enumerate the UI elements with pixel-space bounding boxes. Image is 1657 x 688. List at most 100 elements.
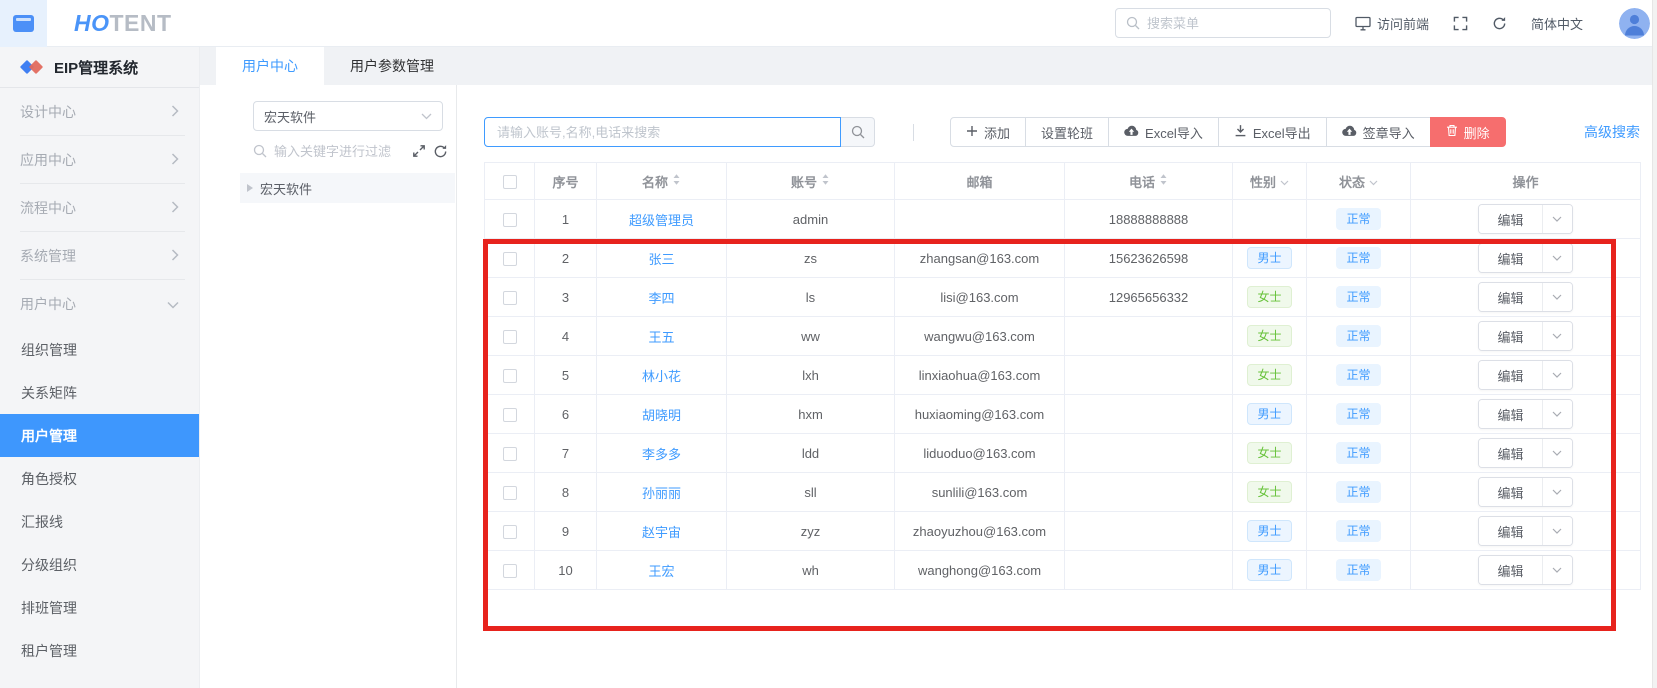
edit-dropdown-button[interactable] (1542, 244, 1572, 272)
sidebar-item-4[interactable]: 用户中心 (0, 280, 199, 328)
user-name-link[interactable]: 孙丽丽 (642, 486, 681, 501)
edit-dropdown-button[interactable] (1542, 439, 1572, 467)
sidebar-sub-item-5[interactable]: 分级组织 (0, 543, 199, 586)
edit-button[interactable]: 编辑 (1479, 400, 1541, 428)
tab-1[interactable]: 用户参数管理 (324, 47, 460, 85)
sort-icon[interactable] (821, 173, 830, 189)
row-checkbox[interactable] (503, 252, 517, 266)
tab-0[interactable]: 用户中心 (216, 47, 324, 85)
advanced-search-link[interactable]: 高级搜索 (1584, 122, 1640, 142)
sidebar-collapse-button[interactable] (0, 0, 47, 47)
edit-button[interactable]: 编辑 (1479, 361, 1541, 389)
row-checkbox[interactable] (503, 525, 517, 539)
sort-icon[interactable] (1159, 173, 1168, 189)
user-name-link[interactable]: 王五 (648, 330, 674, 345)
sort-icon[interactable] (672, 173, 681, 189)
filter-chevron-icon[interactable] (1369, 174, 1378, 189)
row-checkbox[interactable] (503, 369, 517, 383)
sidebar-sub-item-3[interactable]: 角色授权 (0, 457, 199, 500)
edit-button[interactable]: 编辑 (1479, 244, 1541, 272)
tree-refresh-icon[interactable] (433, 144, 448, 159)
tree-node-org[interactable]: 宏天软件 (240, 173, 455, 203)
tree-filter-input[interactable] (274, 144, 405, 159)
sidebar-sub-item-2[interactable]: 用户管理 (0, 414, 199, 457)
edit-button[interactable]: 编辑 (1479, 205, 1541, 233)
column-header-7[interactable]: 状态 (1307, 163, 1411, 200)
edit-button[interactable]: 编辑 (1479, 283, 1541, 311)
sidebar-item-1[interactable]: 应用中心 (0, 136, 199, 184)
row-checkbox[interactable] (503, 486, 517, 500)
toolbar-button-5[interactable]: 删除 (1430, 117, 1506, 147)
edit-dropdown-button[interactable] (1542, 283, 1572, 311)
edit-dropdown-button[interactable] (1542, 400, 1572, 428)
row-checkbox[interactable] (503, 330, 517, 344)
row-checkbox[interactable] (503, 564, 517, 578)
toolbar-button-2[interactable]: Excel导入 (1108, 117, 1219, 147)
edit-dropdown-button[interactable] (1542, 361, 1572, 389)
row-checkbox[interactable] (503, 447, 517, 461)
window-scrollbar[interactable] (1652, 0, 1657, 688)
expand-all-icon[interactable] (412, 144, 426, 158)
user-search-button[interactable] (841, 117, 875, 147)
toolbar-button-3[interactable]: Excel导出 (1218, 117, 1327, 147)
edit-button[interactable]: 编辑 (1479, 322, 1541, 350)
column-header-5[interactable]: 电话 (1065, 163, 1233, 200)
user-name-link[interactable]: 李多多 (642, 447, 681, 462)
row-checkbox[interactable] (503, 408, 517, 422)
sidebar-item-2[interactable]: 流程中心 (0, 184, 199, 232)
user-name-link[interactable]: 李四 (648, 291, 674, 306)
sidebar-item-0[interactable]: 设计中心 (0, 88, 199, 136)
row-name-cell: 赵宇宙 (597, 512, 727, 551)
row-gender-cell: 男士 (1233, 512, 1307, 551)
column-header-6[interactable]: 性别 (1233, 163, 1307, 200)
menu-search-box[interactable] (1115, 8, 1331, 38)
column-header-2[interactable]: 名称 (597, 163, 727, 200)
sidebar-sub-item-4[interactable]: 汇报线 (0, 500, 199, 543)
sidebar-sub-item-1[interactable]: 关系矩阵 (0, 371, 199, 414)
select-all-checkbox[interactable] (503, 175, 517, 189)
user-name-link[interactable]: 超级管理员 (629, 213, 694, 228)
edit-button[interactable]: 编辑 (1479, 478, 1541, 506)
edit-dropdown-button[interactable] (1542, 322, 1572, 350)
table-row: 4王五wwwangwu@163.com女士正常编辑 (485, 317, 1641, 356)
toolbar: 添加设置轮班Excel导入Excel导出签章导入删除 高级搜索 (484, 117, 1640, 147)
row-checkbox[interactable] (503, 213, 517, 227)
column-header-3[interactable]: 账号 (727, 163, 895, 200)
row-checkbox[interactable] (503, 291, 517, 305)
edit-button[interactable]: 编辑 (1479, 439, 1541, 467)
edit-dropdown-button[interactable] (1542, 556, 1572, 584)
refresh-button[interactable] (1492, 16, 1507, 31)
menu-search-input[interactable] (1147, 16, 1297, 31)
edit-dropdown-button[interactable] (1542, 517, 1572, 545)
edit-button[interactable]: 编辑 (1479, 556, 1541, 584)
edit-button[interactable]: 编辑 (1479, 517, 1541, 545)
user-name-link[interactable]: 胡晓明 (642, 408, 681, 423)
filter-chevron-icon[interactable] (1280, 174, 1289, 189)
language-switcher[interactable]: 简体中文 (1531, 14, 1583, 33)
avatar-person-icon (1619, 8, 1650, 39)
toolbar-button-1[interactable]: 设置轮班 (1025, 117, 1109, 147)
row-actions-cell: 编辑 (1411, 317, 1641, 356)
fullscreen-button[interactable] (1453, 16, 1468, 31)
toolbar-button-4[interactable]: 签章导入 (1326, 117, 1431, 147)
org-select[interactable]: 宏天软件 (253, 101, 443, 131)
user-name-link[interactable]: 张三 (648, 252, 674, 267)
user-search-input[interactable] (484, 117, 841, 147)
sidebar-item-3[interactable]: 系统管理 (0, 232, 199, 280)
row-checkbox-cell (485, 551, 535, 590)
toolbar-button-0[interactable]: 添加 (950, 117, 1026, 147)
visit-frontend-button[interactable]: 访问前端 (1355, 14, 1429, 33)
row-index-cell: 5 (535, 356, 597, 395)
header-right: 访问前端 简体中文 (1115, 8, 1657, 39)
user-name-link[interactable]: 林小花 (642, 369, 681, 384)
toolbar-button-label: 添加 (984, 123, 1010, 142)
status-badge: 正常 (1336, 559, 1380, 581)
edit-dropdown-button[interactable] (1542, 478, 1572, 506)
user-avatar[interactable] (1619, 8, 1650, 39)
sidebar-sub-item-6[interactable]: 排班管理 (0, 586, 199, 629)
edit-dropdown-button[interactable] (1542, 205, 1572, 233)
user-name-link[interactable]: 赵宇宙 (642, 525, 681, 540)
user-name-link[interactable]: 王宏 (648, 564, 674, 579)
sidebar-sub-item-0[interactable]: 组织管理 (0, 328, 199, 371)
sidebar-sub-item-7[interactable]: 租户管理 (0, 629, 199, 672)
